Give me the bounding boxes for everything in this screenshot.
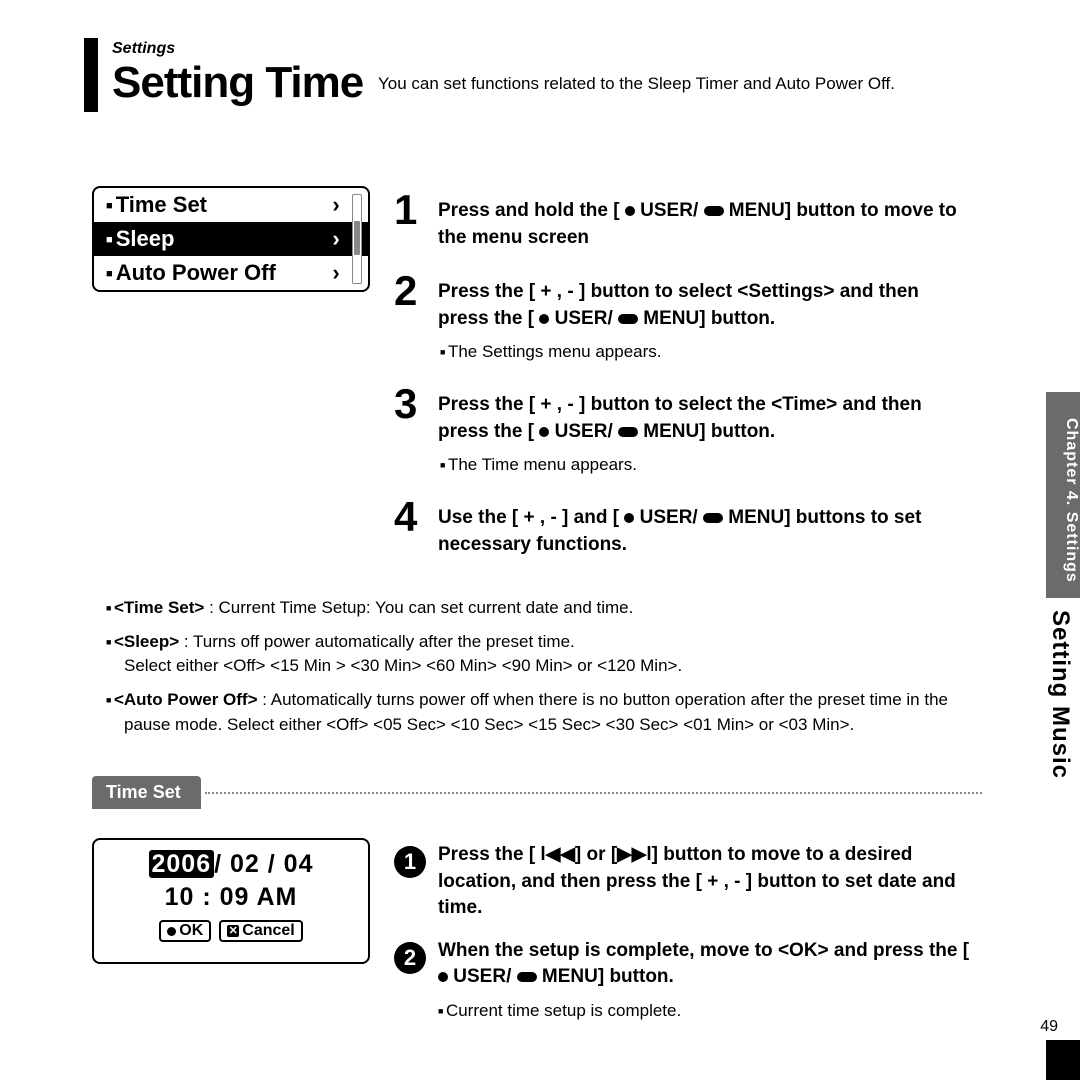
def-auto-power-off: <Auto Power Off> : Automatically turns p…	[106, 688, 982, 736]
cancel-button: ✕ Cancel	[219, 920, 302, 942]
step-text: Press and hold the [ USER/ MENU] button …	[438, 192, 974, 251]
ok-button: OK	[159, 920, 211, 942]
cstep-text: When the setup is complete, move to <OK>…	[438, 938, 974, 1023]
def-time-set: <Time Set> : Current Time Setup: You can…	[106, 596, 982, 620]
bottom-accent	[1046, 1040, 1080, 1080]
device-buttons: OK ✕ Cancel	[94, 920, 368, 942]
clock-row: 10 : 09 AM	[94, 883, 368, 912]
def-term: <Time Set>	[114, 598, 204, 617]
dot-icon	[167, 927, 176, 936]
page-title: Setting Time	[112, 58, 363, 108]
step-number: 1	[394, 192, 438, 228]
menu-item-time-set: Time Set ›	[94, 188, 368, 222]
dot-icon	[625, 206, 635, 216]
step-2: 2 Press the [ + , - ] button to select <…	[394, 273, 974, 364]
section-side-text: Setting Music	[1046, 610, 1074, 779]
step-text: Use the [ + , - ] and [ USER/ MENU] butt…	[438, 499, 974, 558]
scrollbar-thumb	[354, 221, 360, 254]
menu-item-auto-power-off: Auto Power Off ›	[94, 256, 368, 290]
cstep-sub: Current time setup is complete.	[438, 999, 974, 1023]
ok-label: OK	[179, 922, 203, 940]
cstep-number: 2	[394, 942, 426, 974]
pill-icon	[618, 314, 638, 324]
pill-icon	[517, 972, 537, 982]
step-1: 1 Press and hold the [ USER/ MENU] butto…	[394, 192, 974, 251]
step-number: 3	[394, 386, 438, 422]
cstep-text: Press the [ l◀◀] or [▶▶l] button to move…	[438, 842, 974, 922]
pill-icon	[618, 427, 638, 437]
dot-icon	[539, 427, 549, 437]
def-term: <Sleep>	[114, 632, 179, 651]
menu-item-label: Auto Power Off	[106, 260, 276, 286]
def-desc: : Turns off power automatically after th…	[179, 632, 575, 651]
circle-steps: 1 Press the [ l◀◀] or [▶▶l] button to mo…	[394, 842, 974, 1039]
steps-list: 1 Press and hold the [ USER/ MENU] butto…	[394, 192, 974, 580]
def-sleep: <Sleep> : Turns off power automatically …	[106, 630, 982, 678]
section-header: Time Set	[92, 776, 982, 809]
menu-item-label: Sleep	[106, 226, 174, 252]
cancel-label: Cancel	[242, 922, 294, 940]
step-3: 3 Press the [ + , - ] button to select t…	[394, 386, 974, 477]
dot-icon	[438, 972, 448, 982]
device-menu: Time Set › Sleep › Auto Power Off ›	[92, 186, 370, 292]
step-number: 4	[394, 499, 438, 535]
section-tab: Time Set	[92, 776, 201, 809]
step-sub: The Time menu appears.	[440, 453, 974, 477]
step-text: Press the [ + , - ] button to select <Se…	[438, 273, 974, 364]
def-desc2: Select either <Off> <15 Min > <30 Min> <…	[124, 656, 682, 675]
step-sub: The Settings menu appears.	[440, 340, 974, 364]
step-4: 4 Use the [ + , - ] and [ USER/ MENU] bu…	[394, 499, 974, 558]
year-highlight: 2006	[149, 850, 215, 878]
def-term: <Auto Power Off>	[114, 690, 258, 709]
cstep-number: 1	[394, 846, 426, 878]
dot-icon	[539, 314, 549, 324]
breadcrumb: Settings	[112, 40, 175, 58]
step-number: 2	[394, 273, 438, 309]
time-set-device: 2006/ 02 / 04 10 : 09 AM OK ✕ Cancel	[92, 838, 370, 964]
def-desc: : Current Time Setup: You can set curren…	[204, 598, 633, 617]
scrollbar	[352, 194, 362, 284]
menu-item-label: Time Set	[106, 192, 207, 218]
dotted-rule	[205, 792, 982, 794]
step-text: Press the [ + , - ] button to select the…	[438, 386, 974, 477]
pill-icon	[704, 206, 724, 216]
page-subtitle: You can set functions related to the Sle…	[378, 74, 998, 94]
cstep-1: 1 Press the [ l◀◀] or [▶▶l] button to mo…	[394, 842, 974, 922]
page-number: 49	[1040, 1018, 1058, 1036]
menu-item-sleep: Sleep ›	[94, 222, 368, 256]
chapter-side-tab: Chapter 4. Settings	[1046, 392, 1080, 598]
cstep-2: 2 When the setup is complete, move to <O…	[394, 938, 974, 1023]
date-row: 2006/ 02 / 04	[94, 850, 368, 879]
date-rest: / 02 / 04	[214, 850, 313, 878]
title-accent-bar	[84, 38, 98, 112]
definitions-list: <Time Set> : Current Time Setup: You can…	[106, 596, 982, 747]
x-icon: ✕	[227, 925, 239, 937]
dot-icon	[624, 513, 634, 523]
pill-icon	[703, 513, 723, 523]
